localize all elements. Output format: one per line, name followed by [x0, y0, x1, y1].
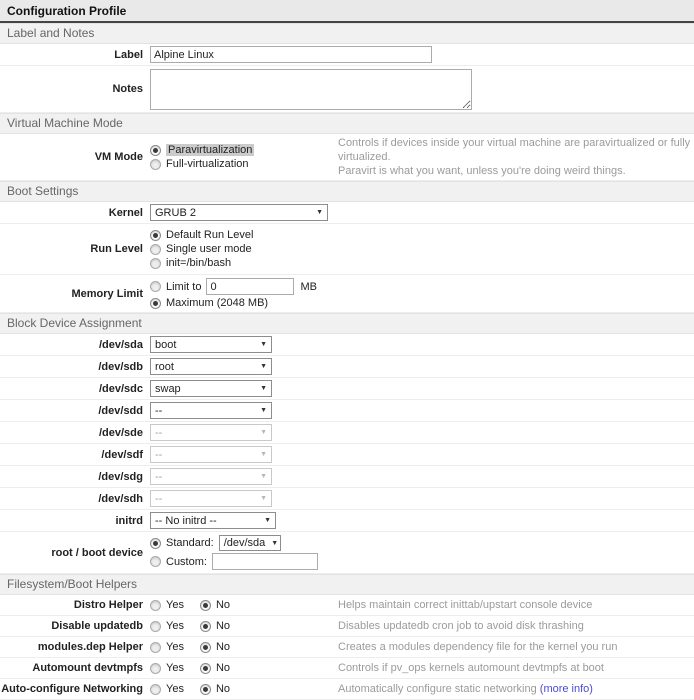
radio-autoconfig-networking-yes[interactable] — [150, 684, 161, 695]
kernel-select[interactable]: GRUB 2 ▼ — [150, 204, 328, 221]
root-device-standard-option[interactable]: Standard: /dev/sda ▼ — [150, 534, 281, 552]
chevron-down-icon: ▼ — [260, 341, 267, 348]
vm-mode-label: VM Mode — [0, 151, 150, 163]
radio-limit-to[interactable] — [150, 281, 161, 292]
radio-maximum[interactable] — [150, 298, 161, 309]
root-boot-device-label: root / boot device — [0, 547, 150, 559]
root-device-custom-input[interactable] — [212, 553, 318, 570]
radio-default-run-level[interactable] — [150, 230, 161, 241]
device-select-sdc[interactable]: swap ▼ — [150, 380, 272, 397]
helper-help-distro: Helps maintain correct inittab/upstart c… — [338, 598, 592, 612]
radio-single-user-mode[interactable] — [150, 244, 161, 255]
chevron-down-icon: ▼ — [264, 517, 271, 524]
vm-mode-option-label: Paravirtualization — [166, 144, 254, 156]
more-info-link[interactable]: (more info) — [540, 683, 593, 695]
memory-limit-option-maximum[interactable]: Maximum (2048 MB) — [150, 296, 268, 310]
helper-row-distro: Distro Helper Yes No Helps maintain corr… — [0, 595, 694, 616]
device-row-sdh: /dev/sdh -- ▼ — [0, 488, 694, 510]
vm-mode-option-full-virtualization[interactable]: Full-virtualization — [150, 157, 249, 171]
kernel-row: Kernel GRUB 2 ▼ — [0, 202, 694, 224]
device-select-sdd[interactable]: -- ▼ — [150, 402, 272, 419]
memory-unit-label: MB — [300, 281, 317, 293]
run-level-option-default[interactable]: Default Run Level — [150, 228, 253, 242]
chevron-down-icon: ▼ — [260, 385, 267, 392]
radio-distro-helper-no[interactable] — [200, 600, 211, 611]
memory-limit-label: Memory Limit — [0, 288, 150, 300]
device-select-sde: -- ▼ — [150, 424, 272, 441]
helper-help-networking: Automatically configure static networkin… — [338, 682, 593, 696]
section-boot-settings: Boot Settings — [0, 181, 694, 202]
root-boot-device-row: root / boot device Standard: /dev/sda ▼ … — [0, 532, 694, 574]
device-row-sda: /dev/sda boot ▼ — [0, 334, 694, 356]
radio-modules-dep-no[interactable] — [200, 642, 211, 653]
helper-help-modules-dep: Creates a modules dependency file for th… — [338, 640, 617, 654]
root-device-select[interactable]: /dev/sda ▼ — [219, 535, 281, 551]
helper-row-devtmpfs: Automount devtmpfs Yes No Controls if pv… — [0, 658, 694, 679]
device-row-sde: /dev/sde -- ▼ — [0, 422, 694, 444]
kernel-label: Kernel — [0, 207, 150, 219]
memory-limit-row: Memory Limit Limit to MB Maximum (2048 M… — [0, 275, 694, 313]
initrd-select[interactable]: -- No initrd -- ▼ — [150, 512, 276, 529]
chevron-down-icon: ▼ — [271, 540, 278, 547]
radio-standard[interactable] — [150, 538, 161, 549]
radio-disable-updatedb-yes[interactable] — [150, 621, 161, 632]
memory-limit-input[interactable] — [206, 278, 294, 295]
device-select-sda[interactable]: boot ▼ — [150, 336, 272, 353]
notes-row: Notes — [0, 66, 694, 113]
label-field-label: Label — [0, 49, 150, 61]
section-virtual-machine-mode: Virtual Machine Mode — [0, 113, 694, 134]
helper-row-modules-dep: modules.dep Helper Yes No Creates a modu… — [0, 637, 694, 658]
helper-help-devtmpfs: Controls if pv_ops kernels automount dev… — [338, 661, 604, 675]
radio-autoconfig-networking-no[interactable] — [200, 684, 211, 695]
device-select-sdh: -- ▼ — [150, 490, 272, 507]
chevron-down-icon: ▼ — [260, 363, 267, 370]
device-select-sdf: -- ▼ — [150, 446, 272, 463]
radio-distro-helper-yes[interactable] — [150, 600, 161, 611]
radio-custom[interactable] — [150, 556, 161, 567]
vm-mode-option-paravirtualization[interactable]: Paravirtualization — [150, 143, 254, 157]
memory-limit-option-limit[interactable]: Limit to MB — [150, 277, 317, 296]
radio-modules-dep-yes[interactable] — [150, 642, 161, 653]
chevron-down-icon: ▼ — [260, 451, 267, 458]
run-level-option-init-bash[interactable]: init=/bin/bash — [150, 256, 231, 270]
section-label-and-notes: Label and Notes — [0, 23, 694, 44]
chevron-down-icon: ▼ — [260, 495, 267, 502]
radio-automount-devtmpfs-no[interactable] — [200, 663, 211, 674]
chevron-down-icon: ▼ — [316, 209, 323, 216]
device-row-sdb: /dev/sdb root ▼ — [0, 356, 694, 378]
device-row-sdd: /dev/sdd -- ▼ — [0, 400, 694, 422]
vm-mode-help: Controls if devices inside your virtual … — [338, 136, 694, 178]
device-select-sdb[interactable]: root ▼ — [150, 358, 272, 375]
device-row-sdc: /dev/sdc swap ▼ — [0, 378, 694, 400]
vm-mode-row: VM Mode Paravirtualization Full-virtuali… — [0, 134, 694, 181]
section-block-device-assignment: Block Device Assignment — [0, 313, 694, 334]
radio-paravirtualization[interactable] — [150, 145, 161, 156]
helper-help-updatedb: Disables updatedb cron job to avoid disk… — [338, 619, 584, 633]
device-row-sdf: /dev/sdf -- ▼ — [0, 444, 694, 466]
vm-mode-option-label: Full-virtualization — [166, 158, 249, 170]
radio-disable-updatedb-no[interactable] — [200, 621, 211, 632]
page-title: Configuration Profile — [0, 0, 694, 23]
notes-textarea[interactable] — [150, 69, 472, 110]
radio-automount-devtmpfs-yes[interactable] — [150, 663, 161, 674]
radio-init-bin-bash[interactable] — [150, 258, 161, 269]
device-select-sdg: -- ▼ — [150, 468, 272, 485]
radio-full-virtualization[interactable] — [150, 159, 161, 170]
chevron-down-icon: ▼ — [260, 429, 267, 436]
root-device-custom-option[interactable]: Custom: — [150, 552, 318, 571]
device-row-sdg: /dev/sdg -- ▼ — [0, 466, 694, 488]
initrd-row: initrd -- No initrd -- ▼ — [0, 510, 694, 532]
section-filesystem-boot-helpers: Filesystem/Boot Helpers — [0, 574, 694, 595]
label-input[interactable] — [150, 46, 432, 63]
run-level-label: Run Level — [0, 243, 150, 255]
helper-row-networking: Auto-configure Networking Yes No Automat… — [0, 679, 694, 700]
notes-field-label: Notes — [0, 83, 150, 95]
chevron-down-icon: ▼ — [260, 473, 267, 480]
run-level-option-single-user[interactable]: Single user mode — [150, 242, 252, 256]
label-row: Label — [0, 44, 694, 66]
helper-row-updatedb: Disable updatedb Yes No Disables updated… — [0, 616, 694, 637]
chevron-down-icon: ▼ — [260, 407, 267, 414]
initrd-label: initrd — [0, 515, 150, 527]
run-level-row: Run Level Default Run Level Single user … — [0, 224, 694, 275]
